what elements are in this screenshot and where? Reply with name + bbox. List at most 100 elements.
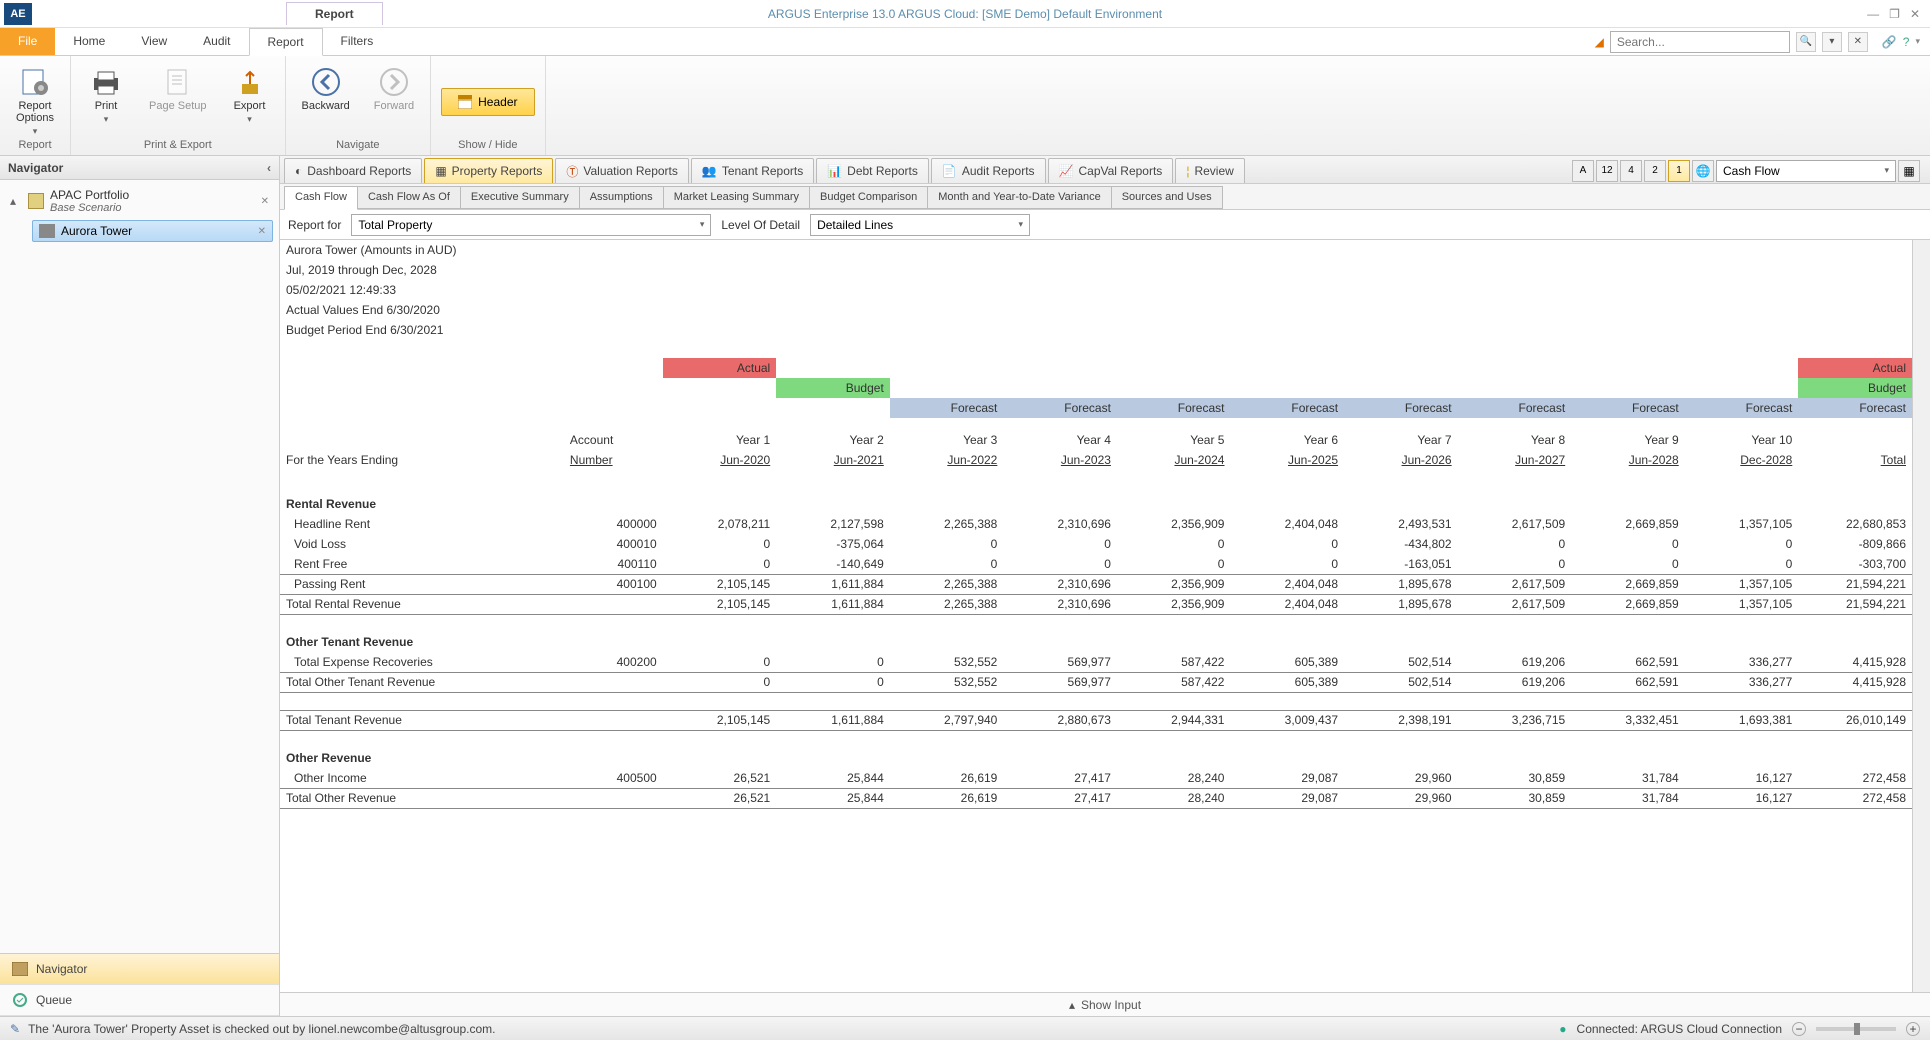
close-property-icon[interactable]: ✕ bbox=[258, 226, 266, 237]
report-for-combo[interactable]: Total Property▾ bbox=[351, 214, 711, 236]
menu-file[interactable]: File bbox=[0, 28, 55, 55]
minimize-icon[interactable]: — bbox=[1867, 7, 1879, 21]
year-header: Year 4 bbox=[1003, 430, 1117, 450]
subtab-assumptions[interactable]: Assumptions bbox=[579, 186, 664, 209]
subtab-cash-flow[interactable]: Cash Flow bbox=[284, 186, 358, 210]
menu-home[interactable]: Home bbox=[55, 28, 123, 55]
year-header: Year 8 bbox=[1458, 430, 1572, 450]
year-header: Year 3 bbox=[890, 430, 1004, 450]
account-cell: 400100 bbox=[564, 574, 663, 594]
grid-icon: ▦ bbox=[1903, 164, 1914, 178]
value-cell: 0 bbox=[1230, 534, 1344, 554]
tab-debt-reports[interactable]: 📊Debt Reports bbox=[816, 158, 929, 183]
table-row: Total Rental Revenue2,105,1451,611,8842,… bbox=[280, 594, 1912, 614]
subtab-sources-uses[interactable]: Sources and Uses bbox=[1111, 186, 1223, 209]
tab-audit-reports[interactable]: 📄Audit Reports bbox=[931, 158, 1046, 183]
tab-capval-reports[interactable]: 📈CapVal Reports bbox=[1048, 158, 1174, 183]
tab-valuation-reports[interactable]: ⓉValuation Reports bbox=[555, 158, 689, 183]
zoom-out-icon[interactable]: − bbox=[1792, 1022, 1806, 1036]
menu-filters[interactable]: Filters bbox=[323, 28, 392, 55]
section-header: Other Tenant Revenue bbox=[280, 632, 564, 652]
subtab-budget-comparison[interactable]: Budget Comparison bbox=[809, 186, 928, 209]
zoom-in-icon[interactable]: + bbox=[1906, 1022, 1920, 1036]
value-cell: 4,415,928 bbox=[1798, 672, 1912, 692]
page-setup-button[interactable]: Page Setup bbox=[143, 64, 213, 114]
year-header: Year 6 bbox=[1230, 430, 1344, 450]
header-toggle-button[interactable]: Header bbox=[441, 88, 534, 116]
rss-icon[interactable]: ◢ bbox=[1595, 35, 1604, 49]
zoom-slider[interactable] bbox=[1816, 1027, 1896, 1031]
grid-settings-button[interactable]: ▦ bbox=[1898, 160, 1920, 182]
menu-view[interactable]: View bbox=[123, 28, 185, 55]
value-cell: 2,404,048 bbox=[1230, 514, 1344, 534]
tab-property-reports[interactable]: ▦Property Reports bbox=[424, 158, 553, 183]
expand-icon[interactable]: ▴ bbox=[10, 194, 22, 208]
property-node-selected[interactable]: Aurora Tower ✕ bbox=[32, 220, 273, 242]
restore-icon[interactable]: ❐ bbox=[1889, 7, 1900, 21]
tab-dashboard-reports[interactable]: ◐Dashboard Reports bbox=[284, 158, 422, 183]
menu-report[interactable]: Report bbox=[249, 28, 323, 56]
subtab-variance[interactable]: Month and Year-to-Date Variance bbox=[927, 186, 1111, 209]
connection-status: Connected: ARGUS Cloud Connection bbox=[1577, 1022, 1782, 1036]
value-cell: 0 bbox=[663, 652, 777, 672]
value-cell: 0 bbox=[1117, 554, 1231, 574]
view-4-button[interactable]: 4 bbox=[1620, 160, 1642, 182]
vertical-scrollbar[interactable] bbox=[1912, 240, 1930, 992]
view-1-button[interactable]: 1 bbox=[1668, 160, 1690, 182]
value-cell: 502,514 bbox=[1344, 672, 1458, 692]
context-tab-report[interactable]: Report bbox=[286, 2, 383, 25]
band-forecast: Forecast bbox=[1003, 398, 1117, 418]
report-options-button[interactable]: Report Options ▾ bbox=[10, 64, 60, 139]
value-cell: 31,784 bbox=[1571, 788, 1685, 808]
report-selector[interactable]: Cash Flow▾ bbox=[1716, 160, 1896, 182]
value-cell: 605,389 bbox=[1230, 652, 1344, 672]
view-12-button[interactable]: 12 bbox=[1596, 160, 1618, 182]
link-icon[interactable]: 🔗 bbox=[1882, 35, 1897, 49]
value-cell: 532,552 bbox=[890, 652, 1004, 672]
value-cell: 2,356,909 bbox=[1117, 574, 1231, 594]
value-cell: 2,617,509 bbox=[1458, 594, 1572, 614]
show-input-toggle[interactable]: ▴ Show Input bbox=[280, 992, 1930, 1016]
search-input[interactable] bbox=[1610, 31, 1790, 53]
status-bar: ✎ The 'Aurora Tower' Property Asset is c… bbox=[0, 1016, 1930, 1040]
tab-review[interactable]: ¦Review bbox=[1175, 158, 1244, 183]
level-of-detail-combo[interactable]: Detailed Lines▾ bbox=[810, 214, 1030, 236]
account-header: Account bbox=[564, 430, 663, 450]
value-cell: 29,960 bbox=[1344, 768, 1458, 788]
portfolio-node[interactable]: ▴ APAC Portfolio Base Scenario ✕ bbox=[6, 186, 273, 216]
forward-icon bbox=[378, 66, 410, 98]
search-dropdown[interactable]: ▾ bbox=[1822, 32, 1842, 52]
nav-tab-navigator[interactable]: Navigator bbox=[0, 954, 279, 985]
nav-tab-queue[interactable]: Queue bbox=[0, 985, 279, 1016]
menu-audit[interactable]: Audit bbox=[185, 28, 248, 55]
export-button[interactable]: Export ▾ bbox=[225, 64, 275, 127]
ribbon-group-showhide: Show / Hide bbox=[458, 139, 517, 153]
value-cell: 0 bbox=[663, 534, 777, 554]
search-clear[interactable]: ✕ bbox=[1848, 32, 1868, 52]
search-button[interactable]: 🔍 bbox=[1796, 32, 1816, 52]
close-portfolio-icon[interactable]: ✕ bbox=[261, 196, 269, 207]
subtab-cash-flow-as-of[interactable]: Cash Flow As Of bbox=[357, 186, 461, 209]
report-meta: Actual Values End 6/30/2020 bbox=[280, 300, 663, 320]
navigator-collapse-icon[interactable]: ‹ bbox=[267, 161, 271, 175]
table-row: Total Tenant Revenue2,105,1451,611,8842,… bbox=[280, 710, 1912, 730]
globe-button[interactable]: 🌐 bbox=[1692, 160, 1714, 182]
view-2-button[interactable]: 2 bbox=[1644, 160, 1666, 182]
subtab-market-leasing[interactable]: Market Leasing Summary bbox=[663, 186, 810, 209]
date-header: Jun-2028 bbox=[1571, 450, 1685, 470]
subtab-executive-summary[interactable]: Executive Summary bbox=[460, 186, 580, 209]
review-icon: ¦ bbox=[1186, 164, 1189, 178]
ribbon-group-navigate: Navigate bbox=[336, 139, 379, 153]
date-header: Jun-2027 bbox=[1458, 450, 1572, 470]
tab-tenant-reports[interactable]: 👥Tenant Reports bbox=[691, 158, 814, 183]
view-annual-button[interactable]: A bbox=[1572, 160, 1594, 182]
close-icon[interactable]: ✕ bbox=[1910, 7, 1920, 21]
value-cell: 2,127,598 bbox=[776, 514, 890, 534]
value-cell: 0 bbox=[1458, 554, 1572, 574]
value-cell: 3,332,451 bbox=[1571, 710, 1685, 730]
help-icon[interactable]: ? bbox=[1903, 35, 1910, 49]
help-dropdown-icon[interactable]: ▾ bbox=[1915, 36, 1920, 47]
forward-button[interactable]: Forward bbox=[368, 64, 420, 114]
backward-button[interactable]: Backward bbox=[296, 64, 356, 114]
print-button[interactable]: Print ▾ bbox=[81, 64, 131, 127]
